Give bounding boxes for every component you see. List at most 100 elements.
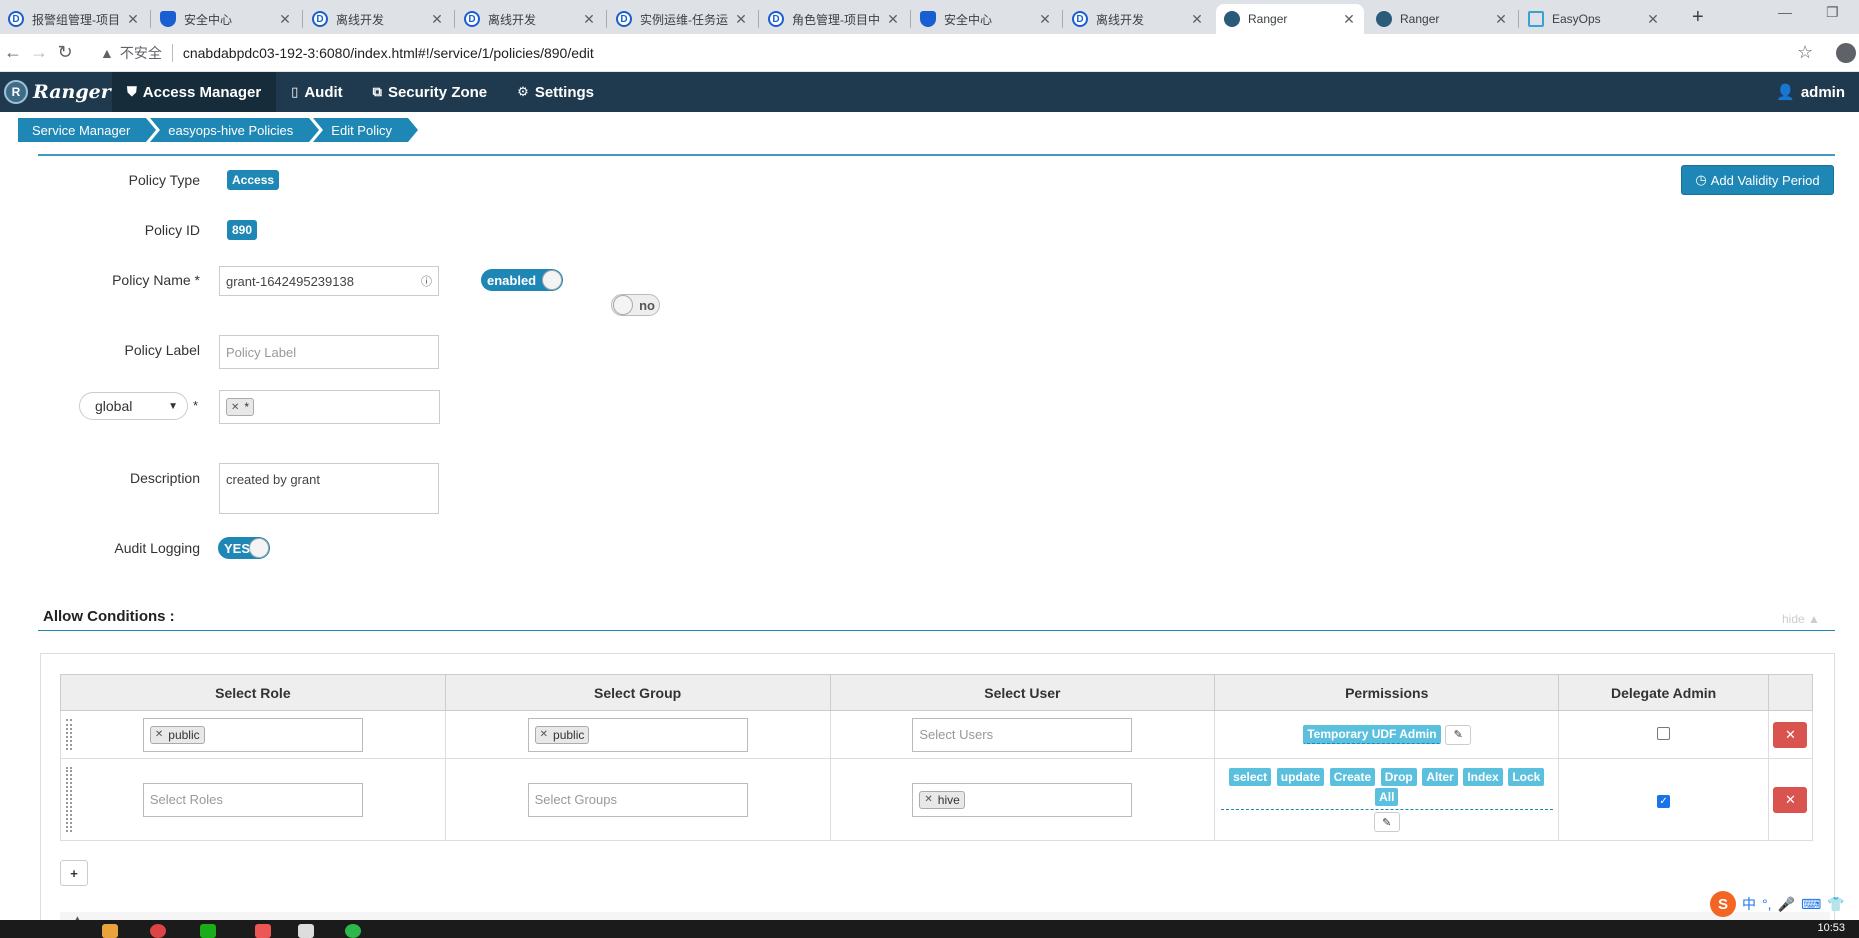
close-tab-icon[interactable]: ✕ (1494, 11, 1508, 28)
role-tag[interactable]: ✕ public (149, 725, 205, 744)
edit-permissions-button[interactable]: ✎ (1373, 812, 1400, 832)
menu-settings[interactable]: ⚙ Settings (502, 72, 609, 112)
menu-security-zone[interactable]: ⧉ Security Zone (358, 72, 503, 112)
restore-icon[interactable]: ❐ (1826, 4, 1839, 21)
user-select[interactable]: ✕ hive (912, 782, 1133, 817)
close-tab-icon[interactable]: ✕ (1646, 11, 1660, 28)
description-textarea[interactable]: created by grant (219, 463, 439, 514)
remove-tag-icon[interactable]: ✕ (231, 402, 239, 413)
policy-override-toggle[interactable]: no (611, 294, 660, 316)
user-select[interactable]: Select Users (912, 717, 1133, 752)
description-label: Description (129, 470, 200, 486)
profile-avatar[interactable] (1836, 43, 1856, 63)
remove-tag-icon[interactable]: ✕ (155, 729, 163, 740)
policy-type-label: Policy Type (128, 172, 200, 188)
ime-mode[interactable]: 中 (1742, 894, 1756, 914)
keyboard-icon[interactable]: ⌨ (1801, 896, 1821, 913)
delete-row-button[interactable]: ✕ (1773, 786, 1808, 813)
browser-tab[interactable]: D 离线开发 ✕ (1064, 4, 1212, 34)
group-select[interactable]: ✕ public (527, 717, 748, 752)
chrome-icon[interactable] (150, 924, 166, 938)
close-tab-icon[interactable]: ✕ (278, 11, 292, 28)
close-tab-icon[interactable]: ✕ (1190, 11, 1204, 28)
resource-type-select[interactable]: global ▼ (79, 392, 188, 420)
browser-tab[interactable]: Ranger ✕ (1368, 4, 1516, 34)
menu-access-manager[interactable]: ⛊ Access Manager (112, 72, 277, 112)
close-tab-icon[interactable]: ✕ (126, 11, 140, 28)
policy-label-input[interactable]: Policy Label (219, 335, 439, 369)
hide-allow-conditions-link[interactable]: hide ▲ (1782, 612, 1820, 626)
ranger-navbar: R Ranger ⛊ Access Manager ▯ Audit ⧉ Secu… (0, 72, 1859, 112)
shield-icon: ⛊ (127, 84, 137, 99)
menu-audit[interactable]: ▯ Audit (276, 72, 357, 112)
add-validity-period-button[interactable]: ◷ Add Validity Period (1681, 165, 1834, 195)
address-bar: ← → ↻ ▲ 不安全 cnabdabpdc03-192-3:6080/inde… (0, 34, 1859, 72)
user-tag[interactable]: ✕ hive (919, 790, 965, 809)
resource-value-input[interactable]: ✕ * (219, 390, 440, 424)
close-tab-icon[interactable]: ✕ (1342, 11, 1356, 28)
url-field[interactable]: ▲ 不安全 cnabdabpdc03-192-3:6080/index.html… (100, 38, 1790, 68)
browser-tab[interactable]: 安全中心 ✕ (912, 4, 1060, 34)
delegate-admin-checkbox[interactable]: ✓ (1657, 794, 1671, 808)
add-condition-row-button[interactable]: + (60, 860, 88, 886)
close-tab-icon[interactable]: ✕ (430, 11, 444, 28)
group-tag[interactable]: ✕ public (534, 725, 590, 744)
forward-icon[interactable]: → (26, 42, 52, 63)
drag-handle[interactable] (66, 719, 72, 750)
delegate-admin-checkbox[interactable] (1657, 726, 1671, 740)
policy-type-badge: Access (227, 170, 280, 190)
permission-tag: All (1375, 788, 1399, 806)
gear-icon: ⚙ (517, 84, 529, 99)
minimize-icon[interactable]: — (1778, 4, 1792, 20)
policy-enabled-toggle[interactable]: enabled (481, 269, 563, 291)
folder-icon[interactable] (102, 924, 118, 938)
sogou-logo-icon[interactable]: S (1710, 891, 1736, 917)
url-text: cnabdabpdc03-192-3:6080/index.html#!/ser… (182, 45, 594, 61)
close-tab-icon[interactable]: ✕ (886, 11, 900, 28)
wechat-icon[interactable] (200, 924, 216, 938)
remove-tag-icon[interactable]: ✕ (540, 729, 548, 740)
back-icon[interactable]: ← (0, 42, 26, 63)
breadcrumb-edit-policy: Edit Policy (313, 118, 418, 142)
breadcrumb-service-manager[interactable]: Service Manager (18, 118, 157, 142)
policy-name-input[interactable]: grant-1642495239138 ⓘ (219, 266, 439, 296)
edit-permissions-button[interactable]: ✎ (1445, 724, 1472, 745)
browser-tab[interactable]: D 实例运维-任务运 ✕ (608, 4, 756, 34)
chat-icon[interactable] (345, 924, 361, 938)
browser-tab[interactable]: D 离线开发 ✕ (304, 4, 452, 34)
microphone-icon[interactable]: 🎤 (1778, 896, 1795, 913)
ranger-logo[interactable]: R Ranger (0, 72, 112, 112)
browser-tab[interactable]: 安全中心 ✕ (152, 4, 300, 34)
breadcrumb-policies[interactable]: easyops-hive Policies (150, 118, 320, 142)
permission-tag: Alter (1422, 768, 1458, 786)
close-tab-icon[interactable]: ✕ (1038, 11, 1052, 28)
close-tab-icon[interactable]: ✕ (734, 11, 748, 28)
new-tab-button[interactable]: + (1692, 6, 1704, 29)
browser-tab[interactable]: Ranger ✕ (1216, 4, 1364, 34)
policy-id-badge: 890 (227, 220, 258, 240)
close-tab-icon[interactable]: ✕ (582, 11, 596, 28)
role-select[interactable]: ✕ public (142, 717, 363, 752)
taskbar-clock[interactable]: 10:53 (1817, 922, 1845, 934)
drag-handle[interactable] (66, 767, 72, 832)
role-select[interactable]: Select Roles (142, 782, 363, 817)
notepad-icon[interactable] (298, 924, 314, 938)
reload-icon[interactable]: ↻ (52, 42, 78, 63)
delete-row-button[interactable]: ✕ (1773, 721, 1808, 748)
permission-tag: Lock (1508, 768, 1545, 786)
punctuation-icon[interactable]: °, (1762, 896, 1772, 912)
app-icon[interactable] (255, 924, 271, 938)
browser-tab[interactable]: D 离线开发 ✕ (456, 4, 604, 34)
column-header-role: Select Role (60, 674, 446, 711)
brand-name: Ranger (33, 81, 111, 103)
browser-tab[interactable]: D 报警组管理-项目 ✕ (0, 4, 148, 34)
bookmark-star-icon[interactable]: ☆ (1797, 42, 1813, 63)
user-menu[interactable]: 👤 admin (1776, 72, 1845, 112)
group-select[interactable]: Select Groups (527, 782, 748, 817)
browser-tab[interactable]: D 角色管理-项目中 ✕ (760, 4, 908, 34)
resource-tag[interactable]: ✕ * (226, 398, 255, 416)
shirt-icon[interactable]: 👕 (1827, 896, 1844, 913)
browser-tab[interactable]: EasyOps ✕ (1520, 4, 1668, 34)
remove-tag-icon[interactable]: ✕ (924, 794, 932, 805)
audit-logging-toggle[interactable]: YES (218, 537, 270, 559)
